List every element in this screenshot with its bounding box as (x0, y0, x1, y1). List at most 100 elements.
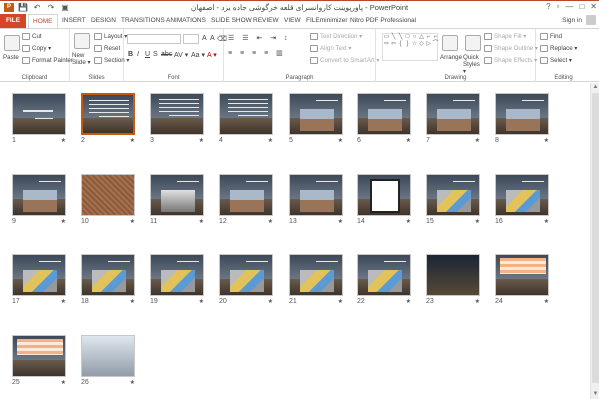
paste-button[interactable]: Paste (3, 54, 19, 61)
slide-preview[interactable] (289, 174, 343, 216)
slide-thumbnail[interactable]: 19 ★ (150, 254, 204, 305)
slide-preview[interactable] (289, 254, 343, 296)
transition-star-icon[interactable]: ★ (544, 218, 549, 225)
shape-arc[interactable]: ⌒ (432, 41, 439, 48)
quick-styles-icon[interactable] (465, 35, 481, 51)
shadow-button[interactable]: S (153, 51, 158, 58)
transition-star-icon[interactable]: ★ (199, 218, 204, 225)
slide-preview[interactable] (289, 93, 343, 135)
slide-preview[interactable] (426, 174, 480, 216)
find-button[interactable]: Find (540, 33, 562, 40)
tab-view[interactable]: VIEW (284, 14, 301, 28)
shape-effects-button[interactable]: Shape Effects ▾ (484, 57, 537, 64)
transition-star-icon[interactable]: ★ (406, 298, 411, 305)
transition-star-icon[interactable]: ★ (61, 298, 66, 305)
transition-star-icon[interactable]: ★ (338, 218, 343, 225)
transition-star-icon[interactable]: ★ (268, 137, 273, 144)
ribbon-display-icon[interactable]: ▫ (557, 2, 560, 11)
shape-connector-2[interactable]: ⌐ (432, 34, 439, 41)
slide-thumbnail[interactable]: 12 ★ (219, 174, 273, 225)
slide-preview[interactable] (219, 174, 273, 216)
tab-review[interactable]: REVIEW (253, 14, 279, 28)
slide-thumbnail[interactable]: 8 ★ (495, 93, 549, 144)
slide-thumbnail[interactable]: 6 ★ (357, 93, 411, 144)
arrange-button[interactable]: Arrange (440, 54, 462, 61)
font-name-combo[interactable] (127, 34, 181, 44)
slide-thumbnail[interactable]: 23 ★ (426, 254, 480, 305)
slide-preview[interactable] (12, 254, 66, 296)
maximize-icon[interactable]: □ (579, 2, 584, 11)
slide-preview[interactable] (357, 93, 411, 135)
slide-preview[interactable] (495, 254, 549, 296)
font-size-combo[interactable] (183, 34, 199, 44)
transition-star-icon[interactable]: ★ (61, 379, 66, 386)
tab-nitro-pdf[interactable]: Nitro PDF Professional (350, 14, 416, 28)
shape-fill-button[interactable]: Shape Fill ▾ (484, 33, 526, 40)
slide-thumbnail[interactable]: 2 ★ (81, 93, 135, 144)
shapes-gallery[interactable]: ▭ ╲ ╲ □ ○ △ ⌐ ⌐ ⇨ ⇦ { } ☆ ◇ ▷ ⌒ (382, 33, 439, 61)
slide-preview[interactable] (81, 174, 135, 216)
copy-button[interactable]: Copy ▾ (22, 45, 51, 52)
strikethrough-button[interactable]: abc (161, 51, 172, 58)
new-slide-icon[interactable] (74, 33, 90, 49)
tab-animations[interactable]: ANIMATIONS (166, 14, 206, 28)
slide-thumbnail[interactable]: 26 ★ (81, 335, 135, 386)
slide-preview[interactable] (495, 174, 549, 216)
slide-preview[interactable] (426, 93, 480, 135)
slide-preview[interactable] (12, 335, 66, 377)
align-buttons[interactable]: ≡ ≡ ≡ ≡ ▥ (228, 49, 286, 57)
layout-button[interactable]: Layout ▾ (94, 33, 127, 40)
select-button[interactable]: Select ▾ (540, 57, 572, 64)
slide-preview[interactable] (81, 93, 135, 135)
arrange-icon[interactable] (442, 35, 458, 51)
cut-button[interactable]: Cut (22, 33, 42, 40)
minimize-icon[interactable]: — (565, 2, 573, 11)
align-text-button[interactable]: Align Text ▾ (310, 45, 352, 52)
help-icon[interactable]: ? (546, 2, 550, 11)
shape-left-brace[interactable]: { (397, 41, 404, 48)
slide-thumbnail[interactable]: 9 ★ (12, 174, 66, 225)
slide-preview[interactable] (81, 254, 135, 296)
slide-thumbnail[interactable]: 16 ★ (495, 174, 549, 225)
shape-oval[interactable]: ○ (411, 34, 418, 41)
change-case-button[interactable]: Aa ▾ (191, 51, 205, 59)
slide-thumbnail[interactable]: 21 ★ (289, 254, 343, 305)
transition-star-icon[interactable]: ★ (338, 137, 343, 144)
transition-star-icon[interactable]: ★ (130, 137, 135, 144)
slide-thumbnail[interactable]: 11 ★ (150, 174, 204, 225)
shape-rectangle[interactable]: ▭ (383, 34, 390, 41)
slide-preview[interactable] (219, 93, 273, 135)
scroll-thumb[interactable] (592, 93, 599, 383)
tab-design[interactable]: DESIGN (91, 14, 116, 28)
text-direction-button[interactable]: Text Direction ▾ (310, 33, 362, 40)
bold-button[interactable]: B (128, 51, 133, 58)
close-icon[interactable]: ✕ (590, 2, 597, 11)
transition-star-icon[interactable]: ★ (268, 218, 273, 225)
tab-home[interactable]: HOME (28, 14, 58, 29)
tab-file[interactable]: FILE (0, 14, 26, 28)
format-painter-button[interactable]: Format Painter (22, 57, 73, 64)
grow-font-icon[interactable]: A (202, 35, 207, 42)
slide-preview[interactable] (219, 254, 273, 296)
slide-preview[interactable] (81, 335, 135, 377)
tab-fileminimizer[interactable]: FILEminimizer (306, 14, 348, 28)
slide-thumbnail[interactable]: 20 ★ (219, 254, 273, 305)
transition-star-icon[interactable]: ★ (130, 298, 135, 305)
slide-thumbnail[interactable]: 7 ★ (426, 93, 480, 144)
transition-star-icon[interactable]: ★ (338, 298, 343, 305)
shape-diamond[interactable]: ◇ (418, 41, 425, 48)
shape-arrow-line[interactable]: ╲ (397, 34, 404, 41)
transition-star-icon[interactable]: ★ (199, 137, 204, 144)
sign-in[interactable]: Sign in (562, 15, 596, 25)
shape-triangle[interactable]: △ (418, 34, 425, 41)
shape-square[interactable]: □ (404, 34, 411, 41)
transition-star-icon[interactable]: ★ (268, 298, 273, 305)
slide-thumbnail[interactable]: 22 ★ (357, 254, 411, 305)
tab-transitions[interactable]: TRANSITIONS (121, 14, 165, 28)
slide-preview[interactable] (150, 93, 204, 135)
slide-thumbnail[interactable]: 1 ★ (12, 93, 66, 144)
shape-left-arrow[interactable]: ⇦ (390, 41, 397, 48)
slide-preview[interactable] (150, 254, 204, 296)
slide-preview[interactable] (426, 254, 480, 296)
transition-star-icon[interactable]: ★ (61, 137, 66, 144)
